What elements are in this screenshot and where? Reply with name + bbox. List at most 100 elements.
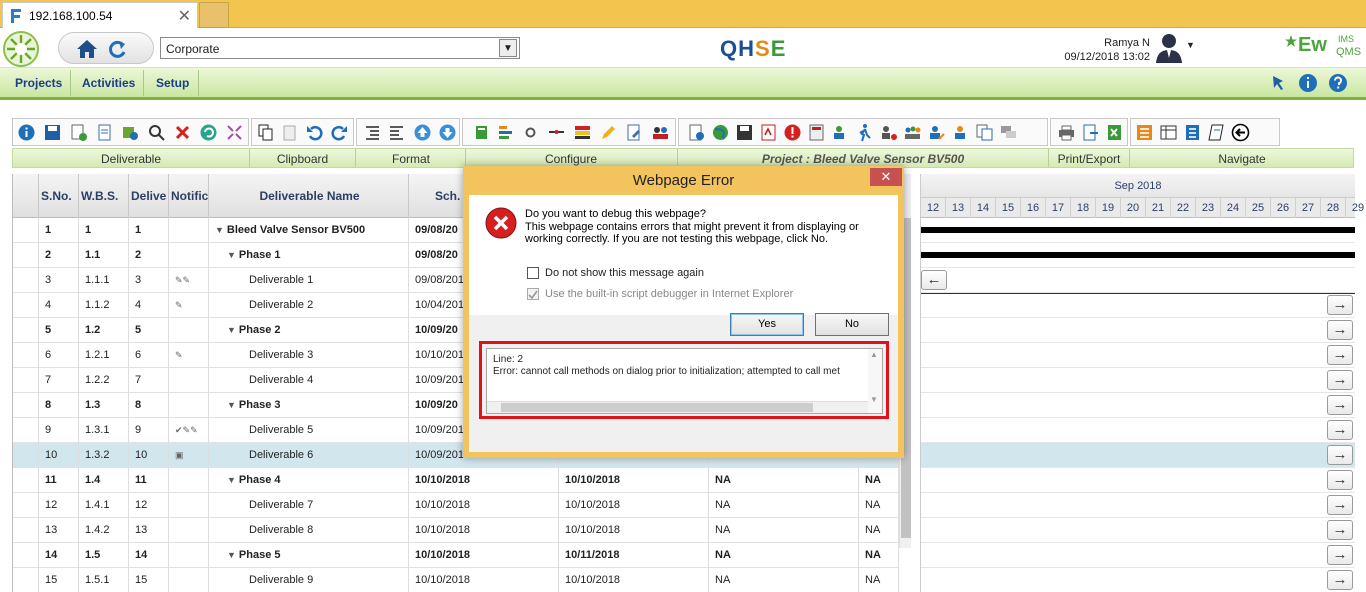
- team-icon[interactable]: [651, 123, 670, 142]
- collapse-caret-icon[interactable]: ▼: [227, 550, 236, 560]
- filter-person-icon[interactable]: [879, 123, 898, 142]
- cell-notification-icon[interactable]: [169, 493, 209, 518]
- cell-deliverable-name[interactable]: ▼ Phase 5: [209, 543, 409, 568]
- row-handle[interactable]: [13, 318, 39, 343]
- paste-icon[interactable]: [280, 123, 299, 142]
- document-icon[interactable]: [95, 123, 114, 142]
- export-icon[interactable]: [1081, 123, 1100, 142]
- cell-notification-icon[interactable]: [169, 368, 209, 393]
- export-sheet-icon[interactable]: [473, 123, 492, 142]
- user-group-icon[interactable]: [951, 123, 970, 142]
- row-handle[interactable]: [13, 218, 39, 243]
- indent-icon[interactable]: [363, 123, 382, 142]
- row-handle[interactable]: [13, 518, 39, 543]
- app-logo-icon[interactable]: [2, 30, 40, 68]
- scroll-up-icon[interactable]: ▲: [870, 350, 878, 359]
- row-handle[interactable]: [13, 368, 39, 393]
- error-vertical-scrollbar[interactable]: ▲ ▼: [868, 349, 882, 413]
- menu-activities[interactable]: Activities: [82, 76, 135, 90]
- columns-icon[interactable]: [1159, 123, 1178, 142]
- cell-notification-icon[interactable]: ✎: [169, 293, 209, 318]
- chevron-down-icon[interactable]: ▼: [499, 39, 517, 57]
- table-row[interactable]: 15 1.5.1 15 Deliverable 9 10/10/2018 10/10/20…: [13, 568, 899, 592]
- back-icon[interactable]: [1231, 123, 1250, 142]
- cell-notification-icon[interactable]: [169, 468, 209, 493]
- cell-notification-icon[interactable]: [169, 568, 209, 592]
- pdf-icon[interactable]: [759, 123, 778, 142]
- sync-icon[interactable]: [121, 123, 140, 142]
- color-icon[interactable]: [573, 123, 592, 142]
- row-handle[interactable]: [13, 468, 39, 493]
- cell-deliverable-name[interactable]: Deliverable 3: [209, 343, 409, 368]
- scroll-right-arrow-icon[interactable]: →: [1327, 345, 1353, 365]
- row-handle[interactable]: [13, 293, 39, 318]
- column-header-deliverable-no[interactable]: Delive: [129, 174, 169, 218]
- home-icon[interactable]: [76, 38, 98, 60]
- pin-icon[interactable]: [1267, 73, 1287, 93]
- table-row[interactable]: 11 1.4 11 ▼ Phase 4 10/10/2018 10/10/2018 NA NA: [13, 468, 899, 493]
- cell-notification-icon[interactable]: [169, 318, 209, 343]
- walking-person-icon[interactable]: [855, 123, 874, 142]
- list-view-icon[interactable]: [1135, 123, 1154, 142]
- collapse-caret-icon[interactable]: ▼: [227, 250, 236, 260]
- delete-icon[interactable]: [173, 123, 192, 142]
- cell-notification-icon[interactable]: ✎✎: [169, 268, 209, 293]
- cell-notification-icon[interactable]: [169, 518, 209, 543]
- checklist-icon[interactable]: [1183, 123, 1202, 142]
- cell-deliverable-name[interactable]: ▼ Bleed Valve Sensor BV500: [209, 218, 409, 243]
- search-icon[interactable]: [147, 123, 166, 142]
- help-icon[interactable]: [1328, 73, 1348, 93]
- error-horizontal-scrollbar[interactable]: [487, 401, 870, 413]
- info-icon[interactable]: [1298, 73, 1318, 93]
- cell-notification-icon[interactable]: [169, 543, 209, 568]
- row-handle[interactable]: [13, 418, 39, 443]
- save-icon[interactable]: [43, 123, 62, 142]
- gantt-summary-bar[interactable]: [921, 252, 1355, 258]
- cell-deliverable-name[interactable]: Deliverable 7: [209, 493, 409, 518]
- cell-deliverable-name[interactable]: ▼ Phase 1: [209, 243, 409, 268]
- copy-document-icon[interactable]: [975, 123, 994, 142]
- edit-document-icon[interactable]: [625, 123, 644, 142]
- dialog-close-button[interactable]: ✕: [870, 168, 902, 186]
- copy-icon[interactable]: [256, 123, 275, 142]
- bar-chart-icon[interactable]: [497, 123, 516, 142]
- alert-icon[interactable]: [783, 123, 802, 142]
- scroll-right-arrow-icon[interactable]: →: [1327, 370, 1353, 390]
- company-select[interactable]: Corporate ▼: [160, 37, 520, 59]
- undo-icon[interactable]: [305, 123, 324, 142]
- users-icon[interactable]: [903, 123, 922, 142]
- scroll-right-arrow-icon[interactable]: →: [1327, 420, 1353, 440]
- cell-deliverable-name[interactable]: ▼ Phase 3: [209, 393, 409, 418]
- scroll-left-arrow-icon[interactable]: ←: [921, 270, 947, 290]
- tab-close-icon[interactable]: ✕: [178, 6, 191, 26]
- row-handle[interactable]: [13, 343, 39, 368]
- row-handle[interactable]: [13, 443, 39, 468]
- table-row[interactable]: 13 1.4.2 13 Deliverable 8 10/10/2018 10/10/20…: [13, 518, 899, 543]
- link-icon[interactable]: [547, 123, 566, 142]
- cell-deliverable-name[interactable]: Deliverable 2: [209, 293, 409, 318]
- cell-deliverable-name[interactable]: ▼ Phase 4: [209, 468, 409, 493]
- dialog-titlebar[interactable]: Webpage Error ✕: [463, 166, 904, 195]
- row-handle[interactable]: [13, 493, 39, 518]
- cell-notification-icon[interactable]: [169, 393, 209, 418]
- globe-icon[interactable]: [711, 123, 730, 142]
- collapse-caret-icon[interactable]: ▼: [227, 475, 236, 485]
- column-header-deliverable-name[interactable]: Deliverable Name: [209, 174, 409, 218]
- scroll-right-arrow-icon[interactable]: →: [1327, 470, 1353, 490]
- row-handle[interactable]: [13, 393, 39, 418]
- dont-show-checkbox[interactable]: [527, 267, 539, 279]
- refresh-icon[interactable]: [199, 123, 218, 142]
- comments-icon[interactable]: [999, 123, 1018, 142]
- browser-tab[interactable]: 192.168.100.54 ✕: [2, 2, 198, 28]
- yes-button[interactable]: Yes: [730, 313, 804, 336]
- user-menu-chevron-icon[interactable]: ▼: [1186, 40, 1195, 50]
- document-settings-icon[interactable]: [687, 123, 706, 142]
- cell-notification-icon[interactable]: ▣: [169, 443, 209, 468]
- scroll-down-icon[interactable]: ▼: [870, 395, 878, 404]
- cell-deliverable-name[interactable]: Deliverable 5: [209, 418, 409, 443]
- table-row[interactable]: 12 1.4.1 12 Deliverable 7 10/10/2018 10/10/20…: [13, 493, 899, 518]
- scroll-right-arrow-icon[interactable]: →: [1327, 445, 1353, 465]
- print-icon[interactable]: [1057, 123, 1076, 142]
- cell-notification-icon[interactable]: [169, 243, 209, 268]
- collapse-caret-icon[interactable]: ▼: [227, 325, 236, 335]
